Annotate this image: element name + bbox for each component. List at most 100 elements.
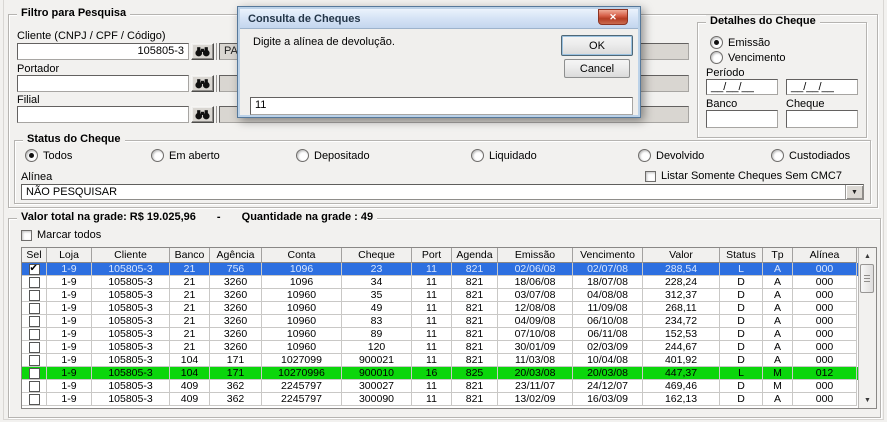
details-radio-emissão[interactable]: Emissão [710,36,770,49]
table-row[interactable]: 1-9 105805-3 409 362 2245797 300027 11 821 23/11… [22,380,858,393]
cell-vencimento: 20/03/08 [573,367,643,380]
cell-banco: 21 [170,276,210,289]
cell-valor: 152,53 [643,328,720,341]
scrollbar-thumb[interactable] [860,264,874,293]
table-row[interactable]: 1-9 105805-3 104 171 1027099 900021 11 821 11/03… [22,354,858,367]
cliente-code-input[interactable]: 105805-3 [17,43,189,60]
cell-status: L [720,263,763,276]
cell-emissão: 03/07/08 [498,289,573,302]
column-header-alínea[interactable]: Alínea [793,248,857,263]
cmc7-checkbox[interactable]: Listar Somente Cheques Sem CMC7 [645,170,842,182]
cell-agência: 3260 [210,276,262,289]
close-button[interactable]: ✕ [598,9,628,25]
ok-button[interactable]: OK [561,35,633,56]
select-all-checkbox[interactable]: Marcar todos [21,229,101,241]
column-header-cliente[interactable]: Cliente [92,248,170,263]
details-radio-vencimento[interactable]: Vencimento [710,51,785,64]
cell-tp: M [763,367,793,380]
cell-cliente: 105805-3 [92,393,170,406]
row-checkbox[interactable] [28,302,40,314]
filial-input[interactable] [17,106,189,123]
filial-label: Filial [17,94,40,106]
status-radio-liquidado[interactable]: Liquidado [471,149,537,162]
column-header-agenda[interactable]: Agenda [452,248,498,263]
cell-tp: A [763,393,793,406]
cheque-input[interactable] [786,110,858,128]
column-header-banco[interactable]: Banco [170,248,210,263]
cell-status: D [720,276,763,289]
column-header-agência[interactable]: Agência [210,248,262,263]
row-checkbox[interactable] [28,367,40,379]
details-groupbox: Detalhes do Cheque Período __/__/__ __/_… [697,15,867,138]
portador-label: Portador [17,63,60,75]
combobox-dropdown-button[interactable]: ▼ [845,185,863,199]
table-row[interactable]: 1-9 105805-3 409 362 2245797 300090 11 821 13/02… [22,393,858,406]
cell-vencimento: 24/12/07 [573,380,643,393]
cancel-button[interactable]: Cancel [564,59,630,78]
cheques-grid: Sel Loja Cliente Banco Agência Conta Cheque Por… [21,247,877,409]
table-row[interactable]: 1-9 105805-3 21 3260 10960 89 11 821 07/10/08 06/… [22,328,858,341]
cell-port: 11 [412,302,452,315]
column-header-valor[interactable]: Valor [643,248,720,263]
banco-input[interactable] [706,110,778,128]
periodo-from-input[interactable]: __/__/__ [706,79,778,95]
column-header-sel[interactable]: Sel [22,248,47,263]
column-header-tp[interactable]: Tp [763,248,793,263]
portador-search-button[interactable] [191,75,214,92]
table-row[interactable]: 1-9 105805-3 21 3260 1096 34 11 821 18/06/08 18/0… [22,276,858,289]
status-radio-depositado[interactable]: Depositado [296,149,370,162]
row-checkbox[interactable] [28,263,40,275]
table-row[interactable]: 1-9 105805-3 21 3260 10960 120 11 821 30/01/09 02… [22,341,858,354]
column-header-loja[interactable]: Loja [47,248,92,263]
row-checkbox[interactable] [28,276,40,288]
column-header-vencimento[interactable]: Vencimento [573,248,643,263]
column-header-port[interactable]: Port [412,248,452,263]
row-checkbox[interactable] [28,289,40,301]
cell-agenda: 821 [452,276,498,289]
cell-banco: 104 [170,354,210,367]
consulta-cheques-dialog: Consulta de Cheques ✕ Digite a alínea de… [237,6,641,118]
cell-loja: 1-9 [47,289,92,302]
cell-status: D [720,393,763,406]
column-header-status[interactable]: Status [720,248,763,263]
status-radio-devolvido[interactable]: Devolvido [638,149,704,162]
row-checkbox[interactable] [28,354,40,366]
table-row[interactable]: 1-9 105805-3 21 3260 10960 35 11 821 03/07/08 04/… [22,289,858,302]
dialog-titlebar[interactable]: Consulta de Cheques [240,9,638,29]
row-checkbox[interactable] [28,341,40,353]
table-row[interactable]: 1-9 105805-3 21 3260 10960 83 11 821 04/09/08 06/… [22,315,858,328]
cell-cheque: 120 [342,341,412,354]
alinea-dialog-input[interactable]: 11 [250,97,633,115]
column-header-conta[interactable]: Conta [262,248,342,263]
row-checkbox[interactable] [28,328,40,340]
column-header-emissão[interactable]: Emissão [498,248,573,263]
cmc7-checkbox-box[interactable] [645,170,656,182]
portador-input[interactable] [17,75,189,92]
cell-cheque: 300027 [342,380,412,393]
banco-label: Banco [706,98,738,110]
cell-banco: 104 [170,367,210,380]
status-radio-custodiados[interactable]: Custodiados [771,149,850,162]
scrollbar-down-button[interactable]: ▼ [859,393,876,407]
status-radio-em-aberto[interactable]: Em aberto [151,149,220,162]
cliente-search-button[interactable] [191,43,214,60]
cell-tp: A [763,328,793,341]
grid-vertical-scrollbar[interactable]: ▲ ▼ [858,248,876,408]
table-row[interactable]: 1-9105805-3217561096231182102/06/0802/07… [22,263,858,276]
cell-agenda: 821 [452,341,498,354]
row-checkbox[interactable] [28,393,40,405]
scrollbar-up-button[interactable]: ▲ [859,249,876,263]
column-header-cheque[interactable]: Cheque [342,248,412,263]
cell-alínea: 012 [793,367,857,380]
table-row[interactable]: 1-9 105805-3 104 171 10270996 900010 16 825 20/0… [22,367,858,380]
filial-search-button[interactable] [191,106,214,123]
status-radio-todos[interactable]: Todos [25,149,72,162]
row-checkbox[interactable] [28,380,40,392]
cell-agenda: 821 [452,354,498,367]
periodo-to-input[interactable]: __/__/__ [786,79,858,95]
alinea-combobox[interactable]: NÃO PESQUISAR ▼ [21,184,864,200]
table-row[interactable]: 1-9 105805-3 21 3260 10960 49 11 821 12/08/08 11/… [22,302,858,315]
select-all-checkbox-box[interactable] [21,229,32,241]
row-select-cell [22,315,47,328]
row-checkbox[interactable] [28,315,40,327]
